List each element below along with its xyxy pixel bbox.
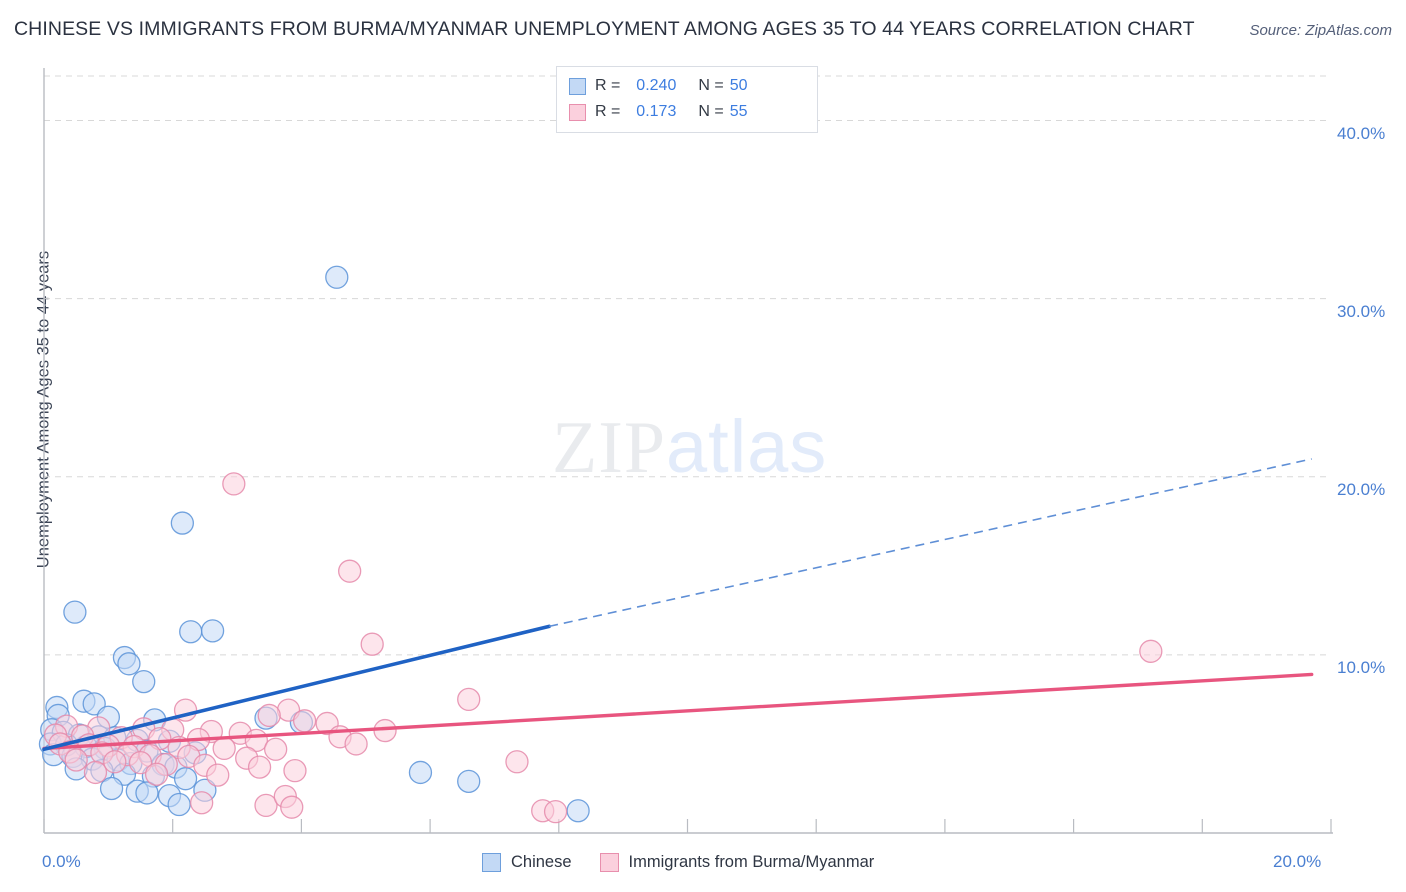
axis-lines: [43, 68, 1333, 834]
legend-item-chinese[interactable]: Chinese: [482, 852, 572, 872]
y-tick-label: 20.0%: [1337, 479, 1386, 499]
stat-row-burma: R = 0.173 N = 55: [569, 99, 807, 125]
plot-area: [38, 68, 1333, 834]
y-tick-label: 10.0%: [1337, 657, 1386, 677]
stat-r-label-chinese: R =: [595, 77, 621, 94]
correlation-chart: CHINESE VS IMMIGRANTS FROM BURMA/MYANMAR…: [0, 0, 1406, 892]
stat-swatch-burma: [569, 103, 586, 121]
stat-r-value-chinese: 0.240: [636, 77, 677, 94]
y-tick-label: 40.0%: [1337, 123, 1386, 143]
legend-swatch-burma: [599, 852, 619, 872]
legend-label-burma: Immigrants from Burma/Myanmar: [628, 852, 875, 871]
stat-r-value-burma: 0.173: [636, 103, 677, 120]
axis-ticks: [43, 819, 1332, 833]
legend-item-burma[interactable]: Immigrants from Burma/Myanmar: [599, 852, 875, 872]
stat-n-value-chinese: 50: [729, 77, 748, 94]
stat-r-label-burma: R =: [595, 103, 621, 120]
stat-row-chinese: R = 0.240 N = 50: [569, 73, 807, 99]
x-tick-label: 0.0%: [42, 852, 81, 871]
correlation-stats-box: R = 0.240 N = 50 R = 0.173 N = 55: [556, 66, 818, 133]
legend-swatch-chinese: [482, 852, 501, 872]
stat-n-value-burma: 55: [729, 103, 748, 120]
trend-lines: [42, 458, 1314, 752]
chart-legend: Chinese Immigrants from Burma/Myanmar: [482, 850, 902, 874]
stat-swatch-chinese: [569, 77, 586, 95]
gridlines: [44, 75, 1331, 656]
legend-label-chinese: Chinese: [511, 852, 572, 871]
stat-n-label-chinese: N =: [698, 77, 724, 94]
stat-n-label-burma: N =: [698, 103, 724, 120]
x-tick-label: 20.0%: [1273, 852, 1322, 871]
y-tick-label: 30.0%: [1337, 301, 1386, 321]
